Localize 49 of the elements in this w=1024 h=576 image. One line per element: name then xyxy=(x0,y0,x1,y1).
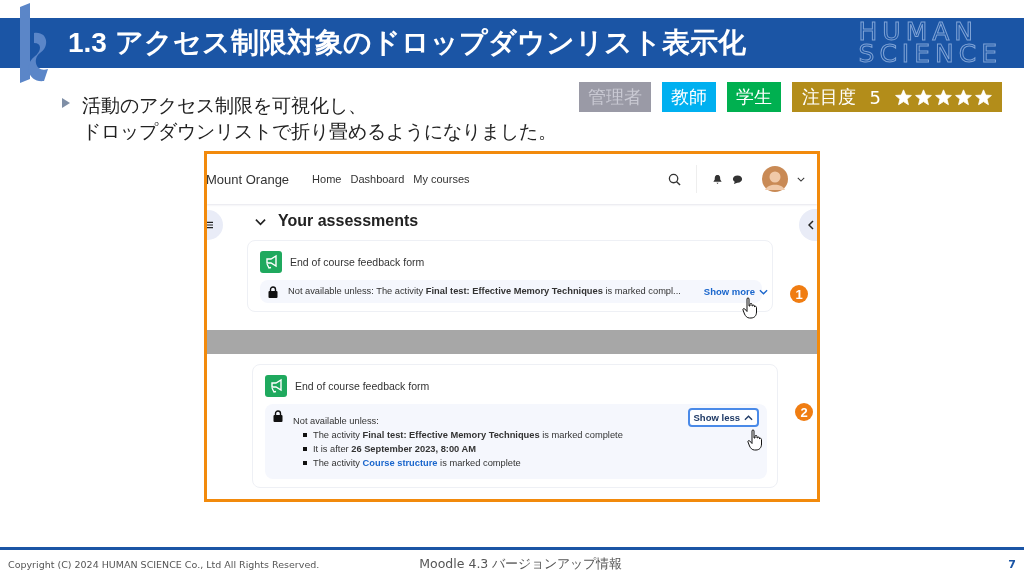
nav-link[interactable]: Dashboard xyxy=(350,173,405,185)
star-icon xyxy=(955,88,972,106)
attention-label: 注目度 xyxy=(801,85,856,109)
star-icon xyxy=(975,88,992,106)
avatar-icon[interactable] xyxy=(762,166,788,192)
chat-icon[interactable] xyxy=(732,173,743,185)
caret-icon[interactable] xyxy=(797,176,805,182)
toggle-button[interactable]: Show less xyxy=(687,408,759,427)
search-icon[interactable] xyxy=(668,172,681,186)
restriction-intro: Not available unless: xyxy=(293,415,380,428)
bullet-text: 活動のアクセス制限を可視化し、 xyxy=(82,93,368,118)
section-title: Your assessments xyxy=(278,212,419,230)
chevron-left-icon xyxy=(808,220,814,230)
star-icon xyxy=(915,88,932,106)
bullet-text: ドロップダウンリストで折り畳めるようになりました。 xyxy=(82,119,557,144)
nav-link[interactable]: Home xyxy=(312,173,342,185)
role-tag: 学生 xyxy=(726,82,781,112)
hand-cursor-icon xyxy=(747,429,763,451)
step-badge: 2 xyxy=(795,403,813,421)
activity-title[interactable]: End of course feedback form xyxy=(290,256,425,268)
lock-icon xyxy=(268,286,278,298)
step-badge: 1 xyxy=(790,285,808,303)
menu-icon xyxy=(207,221,213,229)
star-icon xyxy=(895,88,912,106)
activity-title[interactable]: End of course feedback form xyxy=(295,380,430,392)
attention-score: 5 xyxy=(869,86,881,108)
megaphone-icon[interactable] xyxy=(260,251,282,273)
site-name[interactable]: Mount Orange xyxy=(207,171,290,187)
condition-text: The activity Course structure is marked complete xyxy=(313,457,521,470)
caret-icon xyxy=(744,414,753,421)
restriction-summary: Not available unless: The activity Final test: Effective Memory Techniques is marked compl... xyxy=(288,285,681,297)
megaphone-icon[interactable] xyxy=(265,375,287,397)
activity-link[interactable]: Course structure xyxy=(362,458,438,468)
copyright-text: Copyright (C) 2024 HUMAN SCIENCE Co., Ltd All Rights Reserved. xyxy=(8,559,320,570)
bullet-icon xyxy=(62,98,70,108)
role-tag: 教師 xyxy=(661,82,716,112)
condition-text: The activity Final test: Effective Memory Techniques is marked complete xyxy=(313,429,623,442)
nav-link[interactable]: My courses xyxy=(413,173,470,185)
bell-icon[interactable] xyxy=(712,173,723,185)
condition-text: It is after 26 September 2023, 8:00 AM xyxy=(313,443,476,456)
page-number: 7 xyxy=(1008,558,1016,571)
lock-icon xyxy=(273,410,283,422)
brand-text: HUMAN xyxy=(858,21,979,43)
toggle-button[interactable]: Show more xyxy=(700,285,772,298)
star-icon xyxy=(935,88,952,106)
slide-title: 1.3 アクセス制限対象のドロップダウンリスト表示化 xyxy=(68,26,746,60)
brand-text: SCIENCE xyxy=(858,43,1002,65)
caret-icon xyxy=(759,288,769,295)
footer-title: Moodle 4.3 バージョンアップ情報 xyxy=(419,556,623,573)
